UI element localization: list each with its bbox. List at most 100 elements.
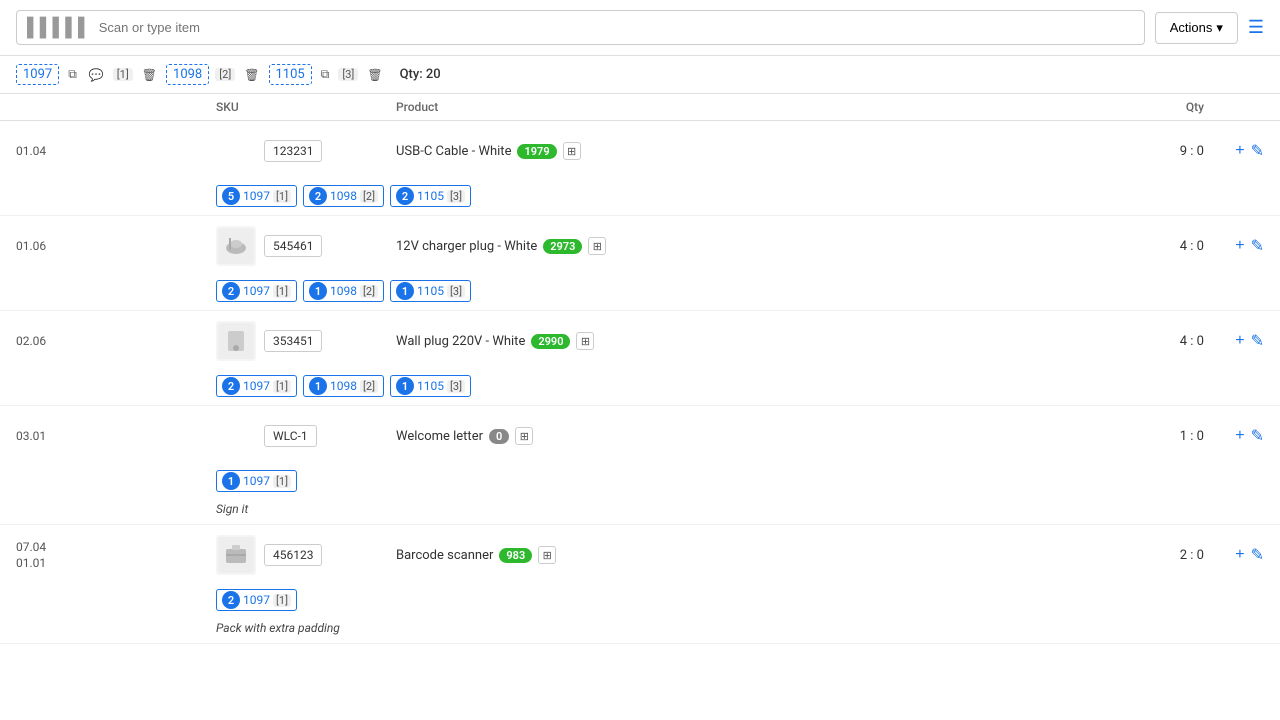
product-name-text: Wall plug 220V - White [396,334,525,349]
sku-box: WLC-1 [264,425,317,447]
tag-count: 1 [396,282,414,300]
expand-icon[interactable]: ⊞ [563,142,581,160]
edit-button[interactable]: ✎ [1251,236,1264,256]
order-tab-1105[interactable]: 1105 [269,64,312,85]
total-qty: Qty: 20 [400,67,441,82]
tag-count: 1 [222,472,240,490]
barcode-icon: ▌▌▌▌▌ [27,17,91,38]
product-name-cell: 12V charger plug - White 2973 ⊞ [396,237,1084,255]
expand-icon[interactable]: ⊞ [515,427,533,445]
tag-qty: [1] [273,594,291,607]
sku-image-cell: WLC-1 [216,416,396,456]
product-image [216,226,256,266]
row-actions: + ✎ [1204,236,1264,256]
tag-order-id[interactable]: 1097 [243,379,270,393]
product-tags: 2 1097 [1] [0,585,1280,619]
add-qty-button[interactable]: + [1235,545,1244,565]
actions-button[interactable]: Actions ▾ [1155,12,1238,44]
order-tag: 2 1097 [1] [216,375,297,397]
copy-icon-1097[interactable]: ⧉ [65,66,80,83]
order-tag: 2 1097 [1] [216,280,297,302]
col-sku: SKU [216,100,396,114]
product-name-cell: USB-C Cable - White 1979 ⊞ [396,142,1084,160]
add-qty-button[interactable]: + [1235,426,1244,446]
tag-count: 2 [222,591,240,609]
trash-icon-1105[interactable]: 🗑 [364,67,385,83]
expand-icon[interactable]: ⊞ [576,332,594,350]
tag-count: 2 [222,377,240,395]
product-tags: 5 1097 [1] 2 1098 [2] 2 1105 [3] [0,181,1280,215]
order-tab-1098[interactable]: 1098 [166,64,209,85]
order-tag: 1 1105 [3] [390,280,471,302]
product-row: 01.06 545461 12V charger plug - White 29… [0,216,1280,311]
tag-count: 1 [309,282,327,300]
comment-icon-1097[interactable]: 💬 [86,67,107,83]
tag-order-id[interactable]: 1097 [243,474,270,488]
edit-button[interactable]: ✎ [1251,141,1264,161]
product-badge: 2973 [543,239,582,254]
tag-count: 2 [309,187,327,205]
qty-cell: 1 : 0 [1084,429,1204,444]
order-tag: 2 1105 [3] [390,185,471,207]
col-qty: Qty [1084,100,1204,114]
tag-count: 2 [396,187,414,205]
trash-icon-1097[interactable]: 🗑 [139,67,160,83]
tag-qty: [1] [273,285,291,298]
product-note: Pack with extra padding [0,619,1280,643]
tab-count-1097: [1] [113,68,133,81]
product-image [216,535,256,575]
tag-qty: [3] [447,380,465,393]
sku-box: 353451 [264,330,322,352]
add-qty-button[interactable]: + [1235,141,1244,161]
expand-icon[interactable]: ⊞ [588,237,606,255]
product-row: 02.06 353451 Wall plug 220V - White 2990… [0,311,1280,406]
order-tag: 1 1105 [3] [390,375,471,397]
tag-count: 1 [396,377,414,395]
tag-qty: [3] [447,190,465,203]
tag-qty: [2] [360,285,378,298]
row-actions: + ✎ [1204,426,1264,446]
product-main: 02.06 353451 Wall plug 220V - White 2990… [0,311,1280,371]
tab-count-1105: [3] [338,68,358,81]
order-tabs: 1097 ⧉ 💬 [1] 🗑 1098 [2] 🗑 1105 ⧉ [3] 🗑 Q… [0,56,1280,94]
tag-order-id[interactable]: 1105 [417,189,444,203]
qty-value: 1 : 0 [1180,429,1204,444]
order-tab-1097[interactable]: 1097 [16,64,59,85]
add-qty-button[interactable]: + [1235,331,1244,351]
tab-count-1098: [2] [215,68,235,81]
expand-icon[interactable]: ⊞ [538,546,556,564]
tag-count: 2 [222,282,240,300]
tag-order-id[interactable]: 1097 [243,284,270,298]
product-image [216,321,256,361]
product-badge: 2990 [531,334,570,349]
tag-order-id[interactable]: 1105 [417,379,444,393]
edit-button[interactable]: ✎ [1251,331,1264,351]
scan-input[interactable] [99,20,1134,35]
tag-order-id[interactable]: 1097 [243,593,270,607]
qty-value: 4 : 0 [1180,334,1204,349]
tag-qty: [1] [273,190,291,203]
trash-icon-1098[interactable]: 🗑 [241,67,262,83]
sku-image-cell: 545461 [216,226,396,266]
order-tag: 1 1098 [2] [303,375,384,397]
edit-button[interactable]: ✎ [1251,426,1264,446]
sku-image-cell: 456123 [216,535,396,575]
top-bar: ▌▌▌▌▌ Actions ▾ ☰ [0,0,1280,56]
product-name-cell: Barcode scanner 983 ⊞ [396,546,1084,564]
product-main: 01.06 545461 12V charger plug - White 29… [0,216,1280,276]
copy-icon-1105[interactable]: ⧉ [318,66,333,83]
menu-icon[interactable]: ☰ [1248,17,1264,38]
location-cell: 07.0401.01 [16,540,216,570]
location-badge: 01.06 [16,239,216,253]
tag-order-id[interactable]: 1097 [243,189,270,203]
tag-qty: [1] [273,475,291,488]
tag-order-id[interactable]: 1098 [330,189,357,203]
edit-button[interactable]: ✎ [1251,545,1264,565]
tag-order-id[interactable]: 1098 [330,379,357,393]
add-qty-button[interactable]: + [1235,236,1244,256]
tag-qty: [2] [360,380,378,393]
location-badge: 07.04 [16,540,216,554]
product-tags: 1 1097 [1] [0,466,1280,500]
tag-order-id[interactable]: 1098 [330,284,357,298]
tag-order-id[interactable]: 1105 [417,284,444,298]
